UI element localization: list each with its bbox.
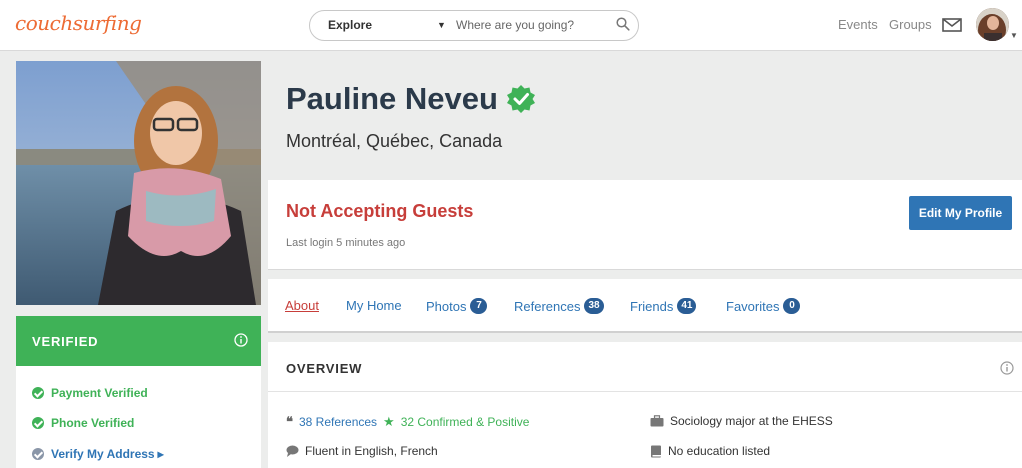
destination-input[interactable]: Where are you going? bbox=[456, 18, 574, 32]
occupation: Sociology major at the EHESS bbox=[670, 414, 833, 428]
profile-photo[interactable] bbox=[16, 61, 261, 305]
edit-profile-button[interactable]: Edit My Profile bbox=[909, 196, 1012, 230]
check-circle-icon bbox=[32, 448, 44, 460]
occupation-row: Sociology major at the EHESS bbox=[650, 414, 833, 428]
overview-section: OVERVIEW ❝ 38 References ★ 32 Confirmed … bbox=[268, 342, 1022, 468]
verified-header: VERIFIED bbox=[16, 316, 261, 366]
check-circle-icon bbox=[32, 387, 44, 399]
star-icon: ★ bbox=[383, 414, 395, 429]
speech-bubble-icon bbox=[286, 445, 299, 457]
phone-verified-label: Phone Verified bbox=[51, 416, 135, 430]
quote-icon: ❝ bbox=[286, 414, 293, 429]
payment-verified-item: Payment Verified bbox=[32, 386, 148, 400]
top-bar: couchsurfing Explore ▼ Where are you goi… bbox=[0, 0, 1022, 51]
tab-favorites[interactable]: Favorites 0 bbox=[726, 298, 801, 314]
education: No education listed bbox=[668, 444, 771, 458]
mail-icon[interactable] bbox=[942, 18, 962, 32]
profile-header: Pauline Neveu Montréal, Québec, Canada bbox=[268, 61, 1022, 179]
profile-tabs: About My Home Photos 7 References 38 Fri… bbox=[268, 279, 1022, 333]
book-icon bbox=[651, 445, 661, 457]
divider bbox=[268, 391, 1022, 392]
last-login: Last login 5 minutes ago bbox=[286, 237, 406, 249]
couchsurfing-logo[interactable]: couchsurfing bbox=[15, 11, 142, 35]
tab-references[interactable]: References 38 bbox=[514, 298, 604, 314]
languages-row: Fluent in English, French bbox=[286, 444, 438, 458]
languages: Fluent in English, French bbox=[305, 444, 438, 458]
photos-count-badge: 7 bbox=[470, 298, 488, 314]
tab-about[interactable]: About bbox=[285, 298, 319, 313]
references-count-badge: 38 bbox=[584, 298, 604, 314]
phone-verified-item: Phone Verified bbox=[32, 416, 134, 430]
payment-verified-label: Payment Verified bbox=[51, 386, 148, 400]
events-link[interactable]: Events bbox=[838, 17, 878, 32]
search-icon[interactable] bbox=[616, 17, 630, 31]
hosting-status-card: Not Accepting Guests Last login 5 minute… bbox=[268, 180, 1022, 270]
caret-down-icon[interactable]: ▼ bbox=[437, 20, 446, 30]
verify-address-link[interactable]: Verify My Address bbox=[51, 447, 155, 461]
profile-location: Montréal, Québec, Canada bbox=[286, 131, 503, 151]
explore-dropdown[interactable]: Explore bbox=[328, 18, 372, 32]
friends-count-badge: 41 bbox=[677, 298, 697, 314]
education-row: No education listed bbox=[650, 444, 770, 458]
arrow-right-icon[interactable]: ▸ bbox=[158, 447, 164, 461]
user-avatar[interactable] bbox=[976, 8, 1009, 41]
profile-name: Pauline Neveu bbox=[286, 81, 536, 117]
verified-title: VERIFIED bbox=[32, 334, 99, 349]
groups-link[interactable]: Groups bbox=[889, 17, 932, 32]
verify-address-item[interactable]: Verify My Address ▸ bbox=[32, 447, 164, 461]
references-summary: ❝ 38 References ★ 32 Confirmed & Positiv… bbox=[286, 414, 529, 430]
favorites-count-badge: 0 bbox=[783, 298, 801, 314]
confirmed-positive: 32 Confirmed & Positive bbox=[400, 415, 530, 429]
check-circle-icon bbox=[32, 417, 44, 429]
verified-list: Payment Verified Phone Verified Verify M… bbox=[16, 366, 261, 468]
tab-photos[interactable]: Photos 7 bbox=[426, 298, 488, 314]
tab-friends[interactable]: Friends 41 bbox=[630, 298, 697, 314]
caret-down-icon[interactable]: ▼ bbox=[1010, 31, 1018, 40]
references-link[interactable]: 38 References bbox=[299, 415, 377, 429]
search-bar[interactable]: Explore ▼ Where are you going? bbox=[309, 10, 639, 41]
verified-badge-icon bbox=[506, 85, 535, 113]
briefcase-icon bbox=[650, 415, 664, 427]
tab-my-home[interactable]: My Home bbox=[346, 298, 402, 313]
hosting-status: Not Accepting Guests bbox=[286, 201, 474, 221]
overview-title: OVERVIEW bbox=[286, 361, 363, 376]
info-icon[interactable] bbox=[234, 333, 248, 347]
info-icon[interactable] bbox=[1000, 361, 1014, 375]
